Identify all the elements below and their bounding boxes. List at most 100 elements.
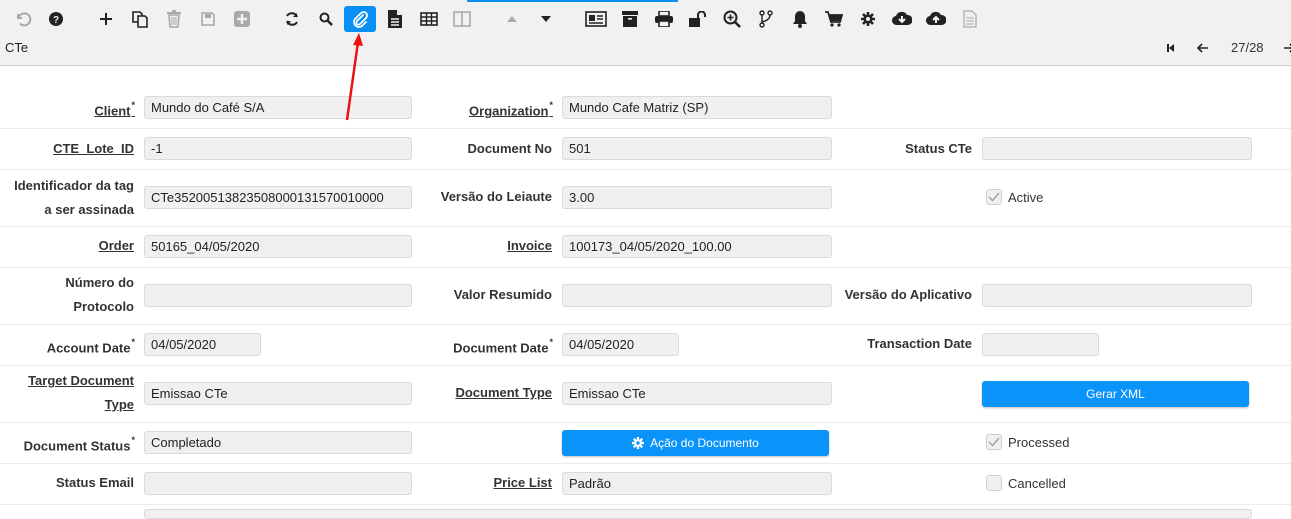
help-icon[interactable]: ? (41, 6, 71, 32)
order-field[interactable]: 50165_04/05/2020 (144, 235, 412, 258)
identificador-field[interactable]: CTe35200513823508000131570010000 (144, 186, 412, 209)
split-view-icon[interactable] (447, 6, 477, 32)
gerar-xml-button[interactable]: Gerar XML (982, 381, 1249, 407)
target-document-type-field[interactable]: Emissao CTe (144, 382, 412, 405)
previous-record-icon (1197, 43, 1208, 53)
document-date-label: Document Date* (420, 332, 553, 360)
cte-lote-id-label[interactable]: CTE_Lote_ID (0, 137, 134, 161)
form-row: Número do Protocolo Valor Resumido Versã… (0, 268, 1291, 325)
organization-field[interactable]: Mundo Cafe Matriz (SP) (562, 96, 832, 119)
transaction-date-field[interactable] (982, 333, 1099, 356)
processed-checkbox-group[interactable]: Processed (986, 434, 1069, 450)
document-no-label: Document No (467, 141, 553, 156)
window-title: CTe (5, 40, 29, 55)
undo-icon[interactable] (8, 6, 38, 32)
price-list-field[interactable]: Padrão (562, 472, 832, 495)
form-row: Identificador da tag a ser assinada CTe3… (0, 170, 1291, 227)
grid-toggle-icon[interactable] (414, 6, 444, 32)
copy-record-icon[interactable] (125, 6, 155, 32)
invoice-label[interactable]: Invoice (420, 234, 552, 258)
versao-leiaute-label: Versão do Leiaute (440, 189, 552, 204)
valor-resumido-field[interactable] (562, 284, 832, 307)
form-row: Client* Mundo do Café S/A Organization* … (0, 87, 1291, 129)
client-field[interactable]: Mundo do Café S/A (144, 96, 412, 119)
checkmark-icon (988, 437, 1000, 447)
status-cte-field[interactable] (982, 137, 1252, 160)
account-date-field[interactable]: 04/05/2020 (144, 333, 261, 356)
versao-aplicativo-label: Versão do Aplicativo (844, 287, 972, 302)
numero-protocolo-label-line1: Número do (65, 275, 134, 290)
cancelled-checkbox-group[interactable]: Cancelled (986, 475, 1066, 491)
first-record-button[interactable] (1166, 38, 1176, 58)
save-icon[interactable] (193, 6, 223, 32)
invoice-field[interactable]: 100173_04/05/2020_100.00 (562, 235, 832, 258)
valor-resumido-label: Valor Resumido (453, 287, 552, 302)
account-date-label-text: Account Date (46, 340, 131, 356)
notes-icon[interactable] (380, 6, 410, 32)
cancelled-checkbox[interactable] (986, 475, 1002, 491)
print-icon[interactable] (649, 6, 679, 32)
lock-icon[interactable] (683, 6, 713, 32)
loading-progress-bar (467, 0, 678, 2)
export-icon[interactable] (887, 6, 917, 32)
status-email-label: Status Email (55, 475, 134, 490)
form-row: Order 50165_04/05/2020 Invoice 100173_04… (0, 227, 1291, 268)
report-icon[interactable] (581, 6, 611, 32)
required-marker: * (131, 100, 135, 110)
document-no-field[interactable]: 501 (562, 137, 832, 160)
document-type-field[interactable]: Emissao CTe (562, 382, 832, 405)
document-date-field[interactable]: 04/05/2020 (562, 333, 679, 356)
active-checkbox-group[interactable]: Active (986, 189, 1043, 205)
description-field[interactable] (144, 509, 1252, 519)
form-row: Status Email Price List Padrão Cancelled (0, 464, 1291, 505)
next-record-button[interactable] (1283, 38, 1291, 58)
import-icon[interactable] (921, 6, 951, 32)
cte-lote-id-field[interactable]: -1 (144, 137, 412, 160)
checkmark-icon (988, 192, 1000, 202)
archive-icon[interactable] (615, 6, 645, 32)
order-label[interactable]: Order (0, 234, 134, 258)
next-detail-icon[interactable] (531, 6, 561, 32)
price-list-label[interactable]: Price List (420, 471, 552, 495)
attachment-icon[interactable] (344, 6, 376, 32)
document-status-field[interactable]: Completado (144, 431, 412, 454)
new-record-icon[interactable] (91, 6, 121, 32)
client-label[interactable]: Client* (0, 95, 135, 123)
previous-parent-icon[interactable] (497, 6, 527, 32)
required-marker: * (549, 337, 553, 347)
target-document-type-label[interactable]: Target Document Type (0, 369, 134, 417)
target-document-type-label-line1: Target Document (28, 373, 134, 388)
workflow-icon[interactable] (751, 6, 781, 32)
form-row: Document Status* Completado Ação do Docu… (0, 423, 1291, 464)
active-label: Active (1008, 189, 1044, 205)
find-icon[interactable] (311, 6, 341, 32)
svg-text:?: ? (53, 15, 59, 26)
post-it-icon[interactable] (955, 6, 985, 32)
acao-documento-button[interactable]: Ação do Documento (562, 430, 829, 456)
record-counter: 27/28 (1231, 40, 1264, 55)
refresh-icon[interactable] (277, 6, 307, 32)
delete-icon[interactable] (159, 6, 189, 32)
status-email-field[interactable] (144, 472, 412, 495)
active-checkbox[interactable] (986, 189, 1002, 205)
document-type-label[interactable]: Document Type (420, 381, 552, 405)
numero-protocolo-field[interactable] (144, 284, 412, 307)
window-toolbar: ? CTe 27/28 (0, 0, 1291, 66)
save-and-new-icon[interactable] (227, 6, 257, 32)
processed-checkbox[interactable] (986, 434, 1002, 450)
product-info-icon[interactable] (819, 6, 849, 32)
process-icon[interactable] (853, 6, 883, 32)
organization-label[interactable]: Organization* (420, 95, 553, 123)
target-document-type-label-line2: Type (104, 397, 134, 412)
previous-record-button[interactable] (1197, 38, 1209, 58)
zoom-across-icon[interactable] (717, 6, 747, 32)
document-status-label-text: Document Status (23, 438, 131, 454)
cancelled-label: Cancelled (1008, 475, 1066, 491)
versao-aplicativo-field[interactable] (982, 284, 1252, 307)
requests-icon[interactable] (785, 6, 815, 32)
account-date-label: Account Date* (0, 332, 135, 360)
transaction-date-label: Transaction Date (867, 336, 972, 351)
status-cte-label: Status CTe (905, 141, 972, 156)
required-marker: * (549, 100, 553, 110)
versao-leiaute-field[interactable]: 3.00 (562, 186, 832, 209)
